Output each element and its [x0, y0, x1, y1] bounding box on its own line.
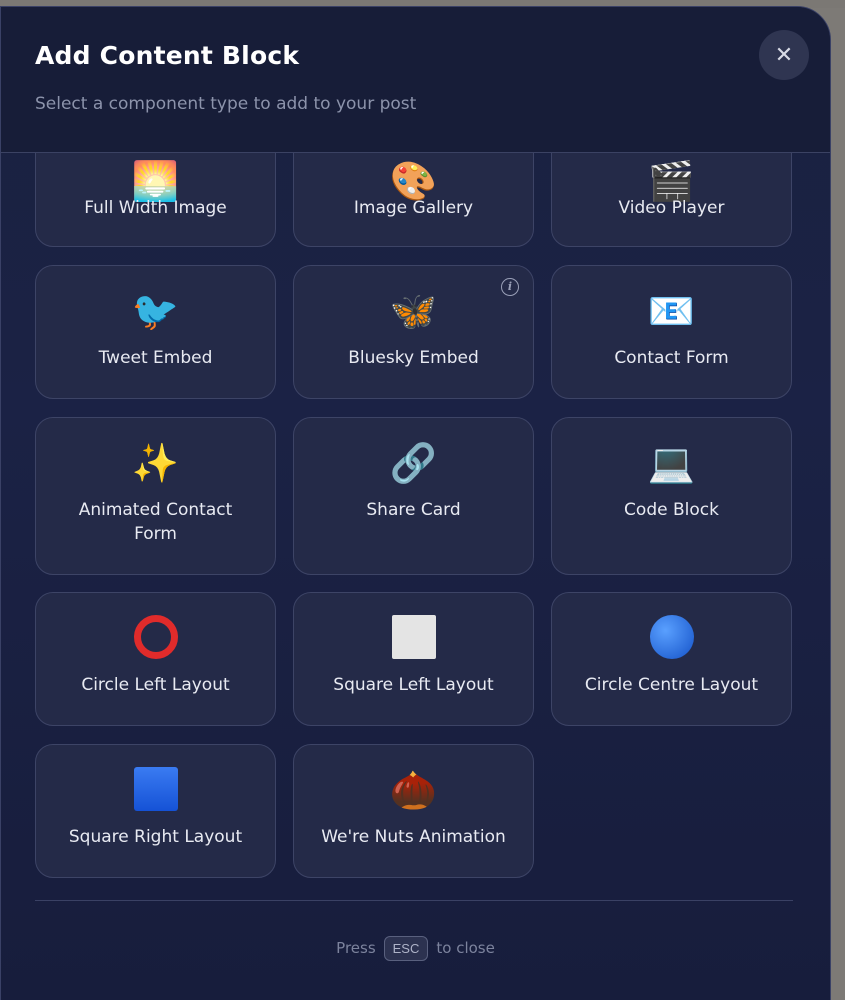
card-contact-form[interactable]: 📧 Contact Form — [551, 265, 792, 399]
card-bluesky-embed[interactable]: i 🦋 Bluesky Embed — [293, 265, 534, 399]
card-were-nuts-animation[interactable]: 🌰 We're Nuts Animation — [293, 744, 534, 878]
card-video-player[interactable]: 🎬 Video Player — [551, 153, 792, 247]
card-circle-centre-layout[interactable]: Circle Centre Layout — [551, 592, 792, 726]
add-content-block-modal: 🌅 Full Width Image 🎨 Image Gallery 🎬 Vid… — [0, 6, 831, 1000]
card-image-gallery[interactable]: 🎨 Image Gallery — [293, 153, 534, 247]
card-square-right-layout[interactable]: Square Right Layout — [35, 744, 276, 878]
red-circle-icon — [36, 615, 275, 669]
esc-key-badge: ESC — [383, 935, 429, 961]
modal-footer: Press ESC to close — [1, 928, 830, 968]
footer-close-text: to close — [436, 939, 495, 957]
link-icon: 🔗 — [389, 441, 438, 485]
card-label: Square Right Layout — [68, 827, 243, 847]
footer-divider — [35, 900, 793, 901]
modal-title: Add Content Block — [35, 41, 300, 70]
close-icon: ✕ — [774, 42, 794, 68]
chestnut-icon: 🌰 — [389, 768, 438, 812]
modal-header: Add Content Block Select a component typ… — [1, 7, 830, 153]
card-full-width-image[interactable]: 🌅 Full Width Image — [35, 153, 276, 247]
bird-icon: 🐦 — [131, 289, 180, 333]
card-label: Image Gallery — [353, 198, 474, 218]
card-label: Full Width Image — [84, 198, 227, 218]
modal-subtitle: Select a component type to add to your p… — [35, 94, 417, 114]
card-label: Contact Form — [614, 348, 729, 368]
laptop-icon: 💻 — [647, 441, 696, 485]
footer-press-text: Press — [336, 939, 376, 957]
component-grid: 🌅 Full Width Image 🎨 Image Gallery 🎬 Vid… — [1, 153, 830, 899]
butterfly-icon: 🦋 — [389, 289, 438, 333]
sparkles-icon: ✨ — [131, 441, 180, 485]
blue-circle-icon — [552, 615, 791, 669]
card-animated-contact-form[interactable]: ✨ Animated Contact Form — [35, 417, 276, 575]
card-label: We're Nuts Animation — [321, 827, 506, 847]
white-square-icon — [294, 615, 533, 669]
card-share-card[interactable]: 🔗 Share Card — [293, 417, 534, 575]
card-label: Bluesky Embed — [348, 348, 479, 368]
card-square-left-layout[interactable]: Square Left Layout — [293, 592, 534, 726]
card-label: Animated Contact Form — [78, 500, 233, 544]
card-label: Tweet Embed — [98, 348, 213, 368]
card-label: Circle Centre Layout — [584, 675, 759, 695]
card-label: Code Block — [624, 500, 719, 520]
blue-square-icon — [36, 767, 275, 821]
card-label: Square Left Layout — [333, 675, 494, 695]
card-label: Circle Left Layout — [81, 675, 230, 695]
card-label: Share Card — [366, 500, 461, 520]
card-label: Video Player — [618, 198, 725, 218]
card-tweet-embed[interactable]: 🐦 Tweet Embed — [35, 265, 276, 399]
card-circle-left-layout[interactable]: Circle Left Layout — [35, 592, 276, 726]
email-icon: 📧 — [647, 289, 696, 333]
close-button[interactable]: ✕ — [759, 30, 809, 80]
card-code-block[interactable]: 💻 Code Block — [551, 417, 792, 575]
